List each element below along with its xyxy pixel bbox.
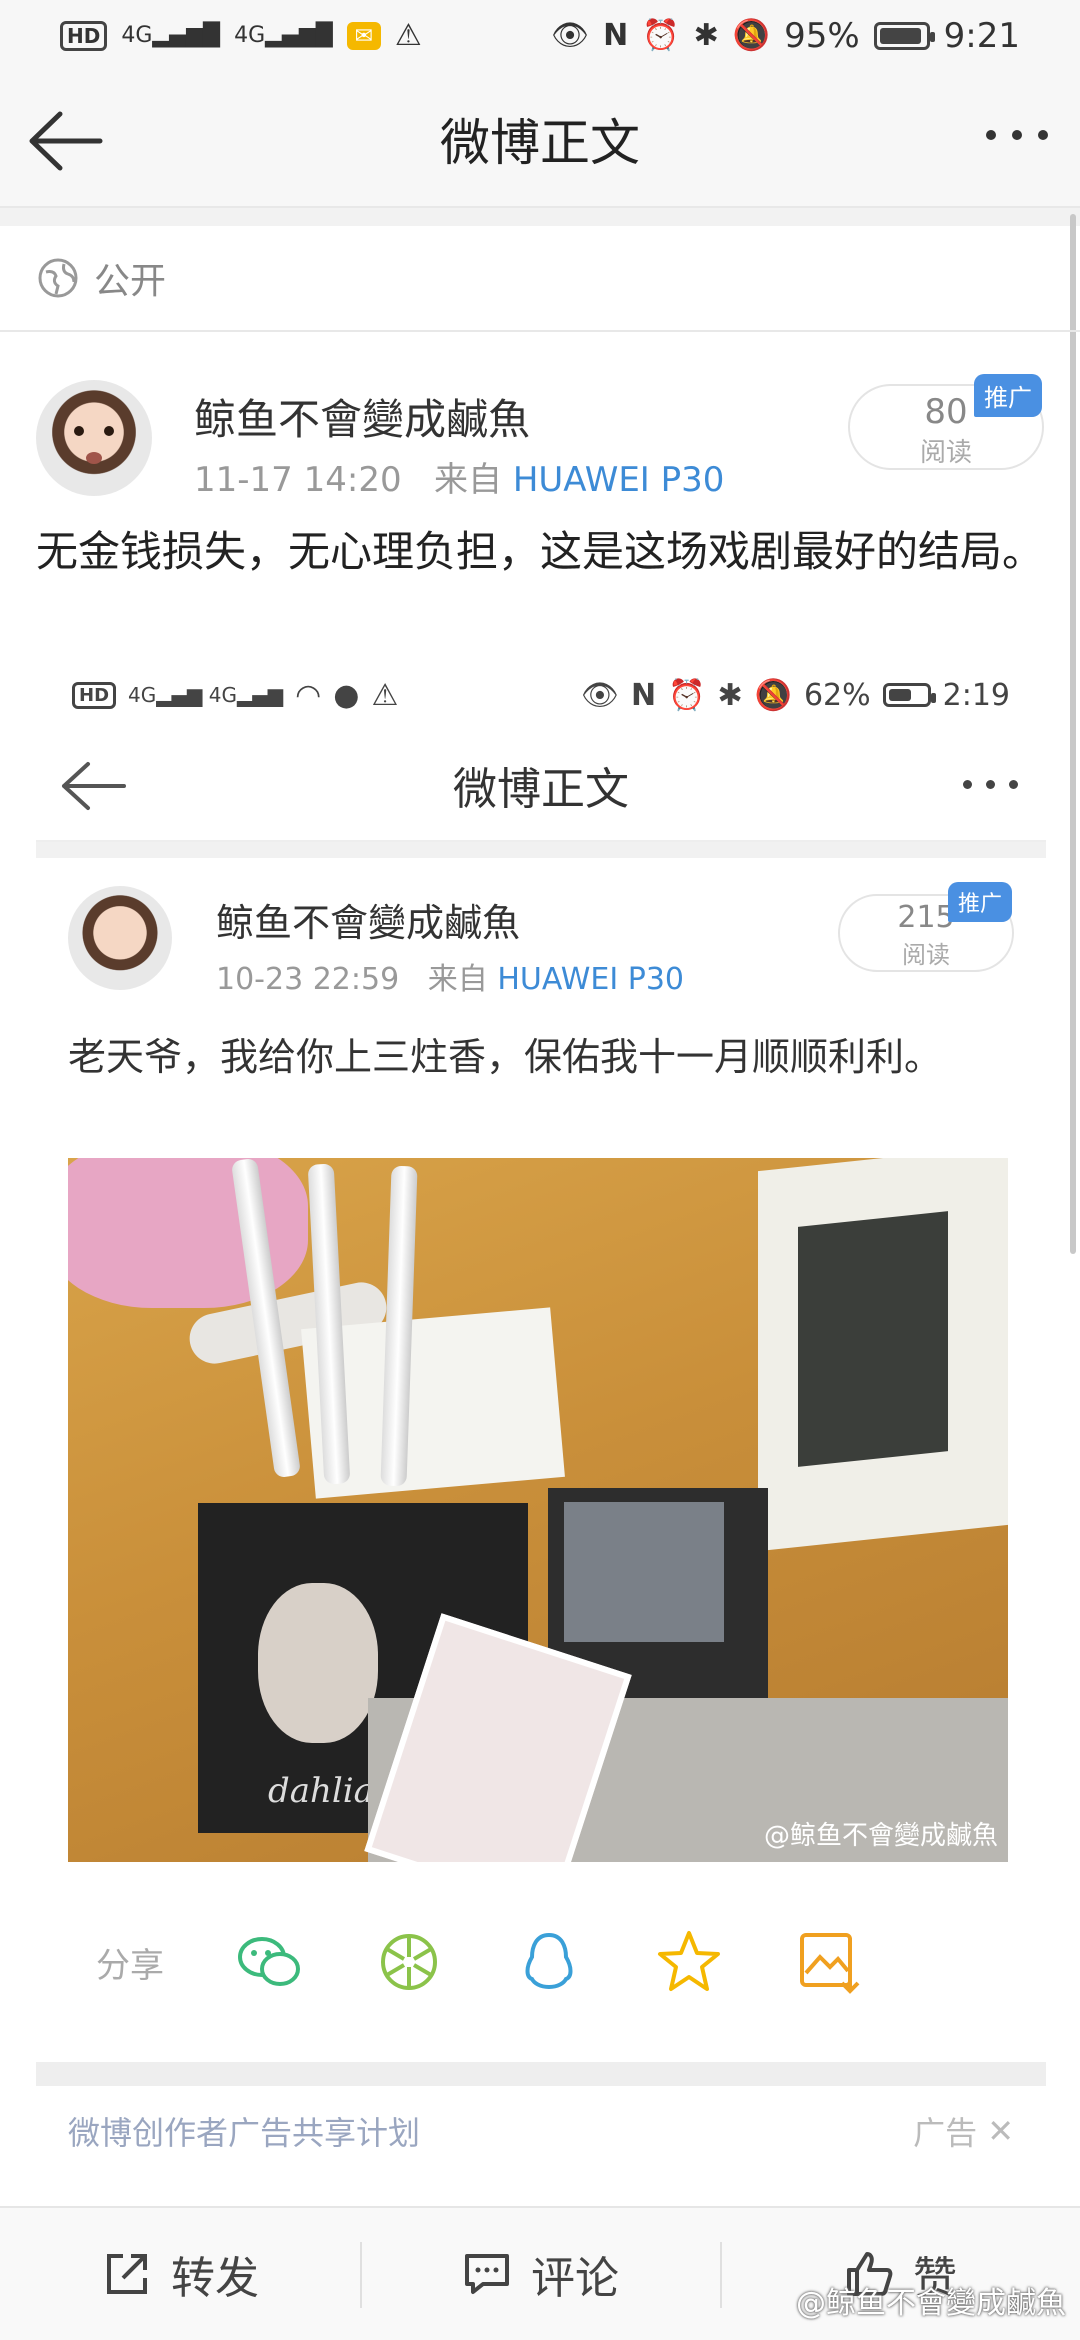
embedded-hd-indicator: HD [72,681,117,709]
embedded-ad-row: 微博创作者广告共享计划 广告 ✕ [36,2086,1046,2160]
read-label: 阅读 [919,438,972,468]
embedded-status-left: HD 4G▂▄▆ 4G▂▄▆ ◠ ● ⚠ [72,678,398,713]
status-bar: HD 4G▂▄▆█ 4G▂▄▆█ ✉ ⚠ 👁 N ⏰ ✱ 🔕 95% 9:21 [0,0,1080,72]
visibility-label: 公开 [94,261,167,302]
bluetooth-icon: ✱ [693,18,719,53]
mute-icon: 🔕 [732,18,771,53]
visibility-row: 公开 [0,226,1080,332]
status-left: HD 4G▂▄▆█ 4G▂▄▆█ ✉ ⚠ [60,21,422,51]
embedded-read-label: 阅读 [902,941,950,969]
repost-button[interactable]: 转发 [0,2208,360,2340]
ad-tag: 广告 ✕ [913,2108,1014,2154]
repost-label: 转发 [171,2253,259,2304]
battery-percent: 95% [784,16,860,56]
embedded-globe-icon: ● [333,677,360,713]
status-right: 👁 N ⏰ ✱ 🔕 95% 9:21 [551,16,1020,56]
network-type-2: 4G [234,23,266,48]
ad-title: 微博创作者广告共享计划 [68,2114,421,2152]
comment-button[interactable]: 评论 [360,2208,720,2340]
embedded-source-prefix: 来自 [427,962,488,997]
qq-icon [525,1932,573,1990]
embedded-nfc-icon: N [630,677,657,713]
embedded-wifi-icon: ◠ [295,677,322,713]
hd-indicator: HD [60,21,108,51]
embedded-username: 鲸鱼不會變成鹹魚 [216,901,521,945]
embedded-clock: 2:19 [942,677,1010,713]
embedded-source: HUAWEI P30 [497,962,684,997]
embedded-meta: 10-23 22:59 来自 HUAWEI P30 [216,954,684,998]
embedded-divider [36,842,1046,858]
embedded-more-icon [963,780,1018,789]
photo-watermark: @鲸鱼不會變成鹹魚 [763,1821,998,1851]
comment-label: 评论 [531,2253,619,2304]
battery-fill [879,28,922,44]
promote-tag[interactable]: 推广 [974,374,1042,417]
embedded-read-badge: 215 阅读 推广 [838,882,1014,972]
embedded-post-text: 老天爷，我给你上三炷香，保佑我十一月顺顺利利。 [68,1035,943,1079]
photo-box [758,1158,1008,1552]
embedded-status-bar: HD 4G▂▄▆ 4G▂▄▆ ◠ ● ⚠ 👁 N ⏰ ✱ 🔕 62% 2:19 [36,660,1046,730]
image-watermark: @鲸鱼不會變成鹹魚 [796,2286,1066,2321]
nfc-icon: N [603,18,629,53]
source-prefix: 来自 [434,460,503,500]
embedded-author: 鲸鱼不會變成鹹魚 10-23 22:59 来自 HUAWEI P30 215 阅… [36,876,1046,1006]
embedded-battery-icon [882,683,936,707]
embedded-mute-icon: 🔕 [754,677,792,713]
share-label: 分享 [96,1945,164,1986]
embedded-back-arrow-icon [62,762,126,810]
post-author: 鲸鱼不會變成鹹魚 11-17 14:20 来自 HUAWEI P30 80 阅读… [0,360,1080,500]
read-count-badge[interactable]: 80 阅读 推广 [848,374,1044,470]
top-nav-bar: 微博正文 [0,72,1080,208]
wechat-icon [238,1937,300,1986]
save-image-icon [800,1933,860,1994]
more-options-icon[interactable] [986,130,1048,140]
embedded-eye-icon: 👁 [580,677,619,713]
post-meta: 11-17 14:20 来自 HUAWEI P30 [194,452,724,501]
section-divider [0,208,1080,226]
back-arrow-icon[interactable] [26,108,104,174]
globe-icon [38,258,78,298]
battery-icon [873,22,935,50]
bottom-action-bar: 转发 评论 赞 @鲸鱼不會變成鹹魚 [0,2206,1080,2340]
warning-icon: ⚠ [394,18,422,53]
ad-tag-label: 广告 [913,2114,978,2152]
comment-icon [465,2254,509,2294]
embedded-date: 10-23 22:59 [216,962,400,997]
network-type-1: 4G [121,23,153,48]
embedded-photo: dahlia @鲸鱼不會變成鹹魚 [68,1158,1008,1862]
eye-icon: 👁 [551,18,590,53]
post-image[interactable]: HD 4G▂▄▆ 4G▂▄▆ ◠ ● ⚠ 👁 N ⏰ ✱ 🔕 62% 2:19 … [36,660,1046,2160]
photo-brand-text: dahlia [268,1771,374,1811]
embedded-bluetooth-icon: ✱ [717,677,743,713]
embedded-ad-divider [36,2062,1046,2086]
mail-icon: ✉ [346,22,381,50]
signal-icon-2: 4G▂▄▆█ [234,23,333,48]
alarm-icon: ⏰ [642,18,680,53]
post-text: 无金钱损失，无心理负担，这是这场戏剧最好的结局。 [36,527,1045,576]
embedded-warning-icon: ⚠ [371,677,399,713]
embedded-share-row: 分享 [36,1862,1046,2062]
favorite-star-icon [658,1931,720,1991]
clock: 9:21 [943,16,1020,56]
embedded-page-title: 微博正文 [453,764,629,815]
avatar[interactable] [36,380,152,496]
share-icon [107,2254,147,2294]
embedded-alarm-icon: ⏰ [668,677,706,713]
post-source[interactable]: HUAWEI P30 [513,460,725,500]
moments-icon [381,1934,437,1990]
username[interactable]: 鲸鱼不會變成鹹魚 [194,386,530,447]
embedded-nav-bar: 微博正文 [36,730,1046,842]
embedded-battery-percent: 62% [803,677,871,713]
embedded-promote-tag: 推广 [947,882,1012,922]
close-icon: ✕ [987,2112,1014,2150]
embedded-status-right: 👁 N ⏰ ✱ 🔕 62% 2:19 [581,678,1010,713]
embedded-avatar [68,886,172,990]
embedded-battery-fill [888,689,911,701]
signal-icon: 4G▂▄▆█ [121,23,221,48]
post-date: 11-17 14:20 [194,460,402,500]
page-title: 微博正文 [440,114,640,172]
embedded-signal-icon: 4G▂▄▆ 4G▂▄▆ [128,683,284,707]
